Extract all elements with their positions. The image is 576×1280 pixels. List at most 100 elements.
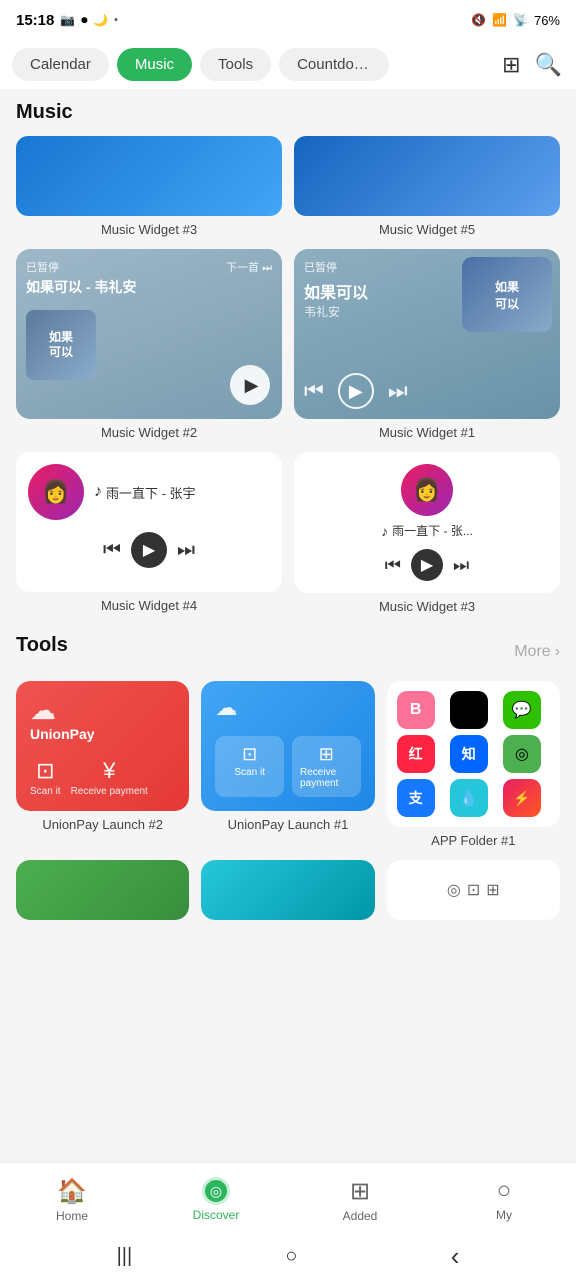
widget1-prev-btn[interactable]: ⏮ xyxy=(304,378,324,404)
grid-icon[interactable]: ⊞ xyxy=(500,50,522,80)
unionpay2-label: UnionPay Launch #2 xyxy=(16,817,189,832)
tools-bottom-row: ◎ ⊡ ⊞ xyxy=(16,860,560,920)
widget2-play-btn[interactable]: ▶ xyxy=(230,365,270,405)
status-icons: 🔇 📶 📡 76% xyxy=(471,13,560,28)
widget1-next-btn[interactable]: ⏭ xyxy=(388,378,408,404)
receive-icon: ¥ xyxy=(103,758,115,784)
my-icon: ○ xyxy=(497,1177,512,1205)
tool-peek-2[interactable] xyxy=(201,860,374,920)
sys-home-btn[interactable]: ○ xyxy=(285,1245,297,1268)
widget-4-label: Music Widget #4 xyxy=(16,598,282,613)
tool-unionpay2[interactable]: ☁ UnionPay ⊡ Scan it ¥ Receive payment xyxy=(16,681,189,848)
bottom-nav: 🏠 Home ◎ Discover ⊞ Added ○ My xyxy=(0,1162,576,1232)
widget3b-song: ♪ 雨一直下 - 张... xyxy=(381,522,473,539)
unionpay2-actions: ⊡ Scan it ¥ Receive payment xyxy=(30,758,148,797)
unionpay2-name: UnionPay xyxy=(30,726,95,742)
app-pink: ⚡ xyxy=(503,779,541,817)
unionpay1-icon: ☁ xyxy=(215,695,237,721)
tool-unionpay1[interactable]: ☁ ⊡ Scan it ⊞ Receive payment UnionPa xyxy=(201,681,374,848)
peek-icon3: ⊞ xyxy=(486,880,499,900)
home-label: Home xyxy=(56,1209,88,1223)
app-wechat: 💬 xyxy=(503,691,541,729)
widget-3-label: Music Widget #3 xyxy=(16,222,282,237)
main-content: Music Music Widget #3 Music Widget #5 已暂… xyxy=(0,89,576,1162)
tools-grid: ☁ UnionPay ⊡ Scan it ¥ Receive payment xyxy=(16,681,560,848)
widget3b-avatar: 👩 xyxy=(401,464,453,516)
play-icon: ▶ xyxy=(245,375,259,396)
unionpay2-scan: ⊡ Scan it xyxy=(30,758,61,797)
scan-label2: Scan it xyxy=(234,767,265,778)
widget-2-label: Music Widget #2 xyxy=(16,425,282,440)
scan-label: Scan it xyxy=(30,786,61,797)
home-icon: 🏠 xyxy=(57,1177,87,1206)
appfolder1-label: APP Folder #1 xyxy=(387,833,560,848)
discover-icon: ◎ xyxy=(202,1177,230,1205)
search-icon[interactable]: 🔍 xyxy=(533,50,564,80)
tab-tools[interactable]: Tools xyxy=(200,48,271,81)
widget2-song: 如果可以 - 韦礼安 xyxy=(26,279,272,296)
tool-peek-3[interactable]: ◎ ⊡ ⊞ xyxy=(387,860,560,920)
unionpay1-label: UnionPay Launch #1 xyxy=(201,817,374,832)
added-label: Added xyxy=(343,1209,378,1223)
tab-countdown[interactable]: Countdown xyxy=(279,48,389,81)
app-xiaohongshu: 红 xyxy=(397,735,435,773)
sys-back-btn[interactable]: ‹ xyxy=(451,1241,460,1272)
music-widget-1[interactable]: 如果可以 已暂停 如果可以 韦礼安 ⏮ ▶ ⏭ Music Widget #1 xyxy=(294,249,560,440)
sys-menu-btn[interactable]: ||| xyxy=(117,1245,133,1268)
music-top-row: Music Widget #3 Music Widget #5 xyxy=(16,136,560,237)
scan-icon: ⊡ xyxy=(36,758,54,784)
music-section-title: Music xyxy=(16,101,560,124)
tool-appfolder1[interactable]: B ♪ 💬 红 知 ◎ 支 💧 ⚡ APP Folder #1 xyxy=(387,681,560,848)
time-display: 15:18 xyxy=(16,12,54,29)
widget-1-label: Music Widget #1 xyxy=(294,425,560,440)
nav-my[interactable]: ○ My xyxy=(432,1177,576,1222)
avatar-emoji: 👩 xyxy=(42,479,69,505)
more-button[interactable]: More › xyxy=(514,643,560,661)
music-widget-5-banner[interactable]: Music Widget #5 xyxy=(294,136,560,237)
widget4-play[interactable]: ▶ xyxy=(131,532,167,568)
widget-3b-label: Music Widget #3 xyxy=(294,599,560,614)
nav-discover[interactable]: ◎ Discover xyxy=(144,1177,288,1222)
unionpay2-icon: ☁ xyxy=(30,695,56,726)
unionpay1-receive: ⊞ Receive payment xyxy=(292,736,361,797)
peek-icon1: ◎ xyxy=(447,880,461,900)
app-teal: 💧 xyxy=(450,779,488,817)
battery-level: 76% xyxy=(534,13,560,28)
widget4-next[interactable]: ⏭ xyxy=(177,539,195,562)
widget1-play-btn[interactable]: ▶ xyxy=(338,373,374,409)
tab-calendar[interactable]: Calendar xyxy=(12,48,109,81)
chevron-right-icon: › xyxy=(555,643,560,661)
top-nav: Calendar Music Tools Countdown ⊞ 🔍 xyxy=(0,40,576,89)
more-label: More xyxy=(514,643,550,661)
music-widget-3-banner[interactable]: Music Widget #3 xyxy=(16,136,282,237)
music-widget-2[interactable]: 已暂停 下一首 ⏭ 如果可以 - 韦礼安 如果可以 ▶ Music Widget… xyxy=(16,249,282,440)
widget3b-prev[interactable]: ⏮ xyxy=(385,555,401,576)
app-tiktok: ♪ xyxy=(450,691,488,729)
tab-music[interactable]: Music xyxy=(117,48,192,81)
receive-icon2: ⊞ xyxy=(319,744,334,765)
music-mid-row: 已暂停 下一首 ⏭ 如果可以 - 韦礼安 如果可以 ▶ Music Widget… xyxy=(16,249,560,440)
music-widget-3b[interactable]: 👩 ♪ 雨一直下 - 张... ⏮ ▶ ⏭ Music Widget #3 xyxy=(294,452,560,614)
widget2-status: 已暂停 xyxy=(26,259,59,275)
app-alipay: 支 xyxy=(397,779,435,817)
discover-label: Discover xyxy=(193,1208,240,1222)
widget1-cover-text: 如果可以 xyxy=(491,274,523,316)
unionpay1-top: ☁ xyxy=(215,695,237,721)
receive-label2: Receive payment xyxy=(300,767,353,789)
widget3b-next[interactable]: ⏭ xyxy=(453,555,469,576)
widget4-song-text: 雨一直下 - 张宇 xyxy=(106,483,196,502)
widget2-next: 下一首 ⏭ xyxy=(226,259,272,275)
widget3b-play[interactable]: ▶ xyxy=(411,549,443,581)
tool-peek-1[interactable] xyxy=(16,860,189,920)
music-widget-4[interactable]: 👩 ♪ 雨一直下 - 张宇 ⏮ ▶ ⏭ Music Widget #4 xyxy=(16,452,282,614)
widget4-controls: ⏮ ▶ ⏭ xyxy=(28,532,270,568)
unionpay1-actions: ⊡ Scan it ⊞ Receive payment xyxy=(215,736,360,797)
nav-icon-area: ⊞ 🔍 xyxy=(500,50,564,80)
tools-section-title: Tools xyxy=(16,634,68,657)
widget4-song: ♪ 雨一直下 - 张宇 xyxy=(94,483,270,502)
scan-icon2: ⊡ xyxy=(242,744,257,765)
nav-added[interactable]: ⊞ Added xyxy=(288,1177,432,1223)
nav-home[interactable]: 🏠 Home xyxy=(0,1177,144,1223)
system-nav-bar: ||| ○ ‹ xyxy=(0,1232,576,1280)
widget4-prev[interactable]: ⏮ xyxy=(103,539,121,562)
